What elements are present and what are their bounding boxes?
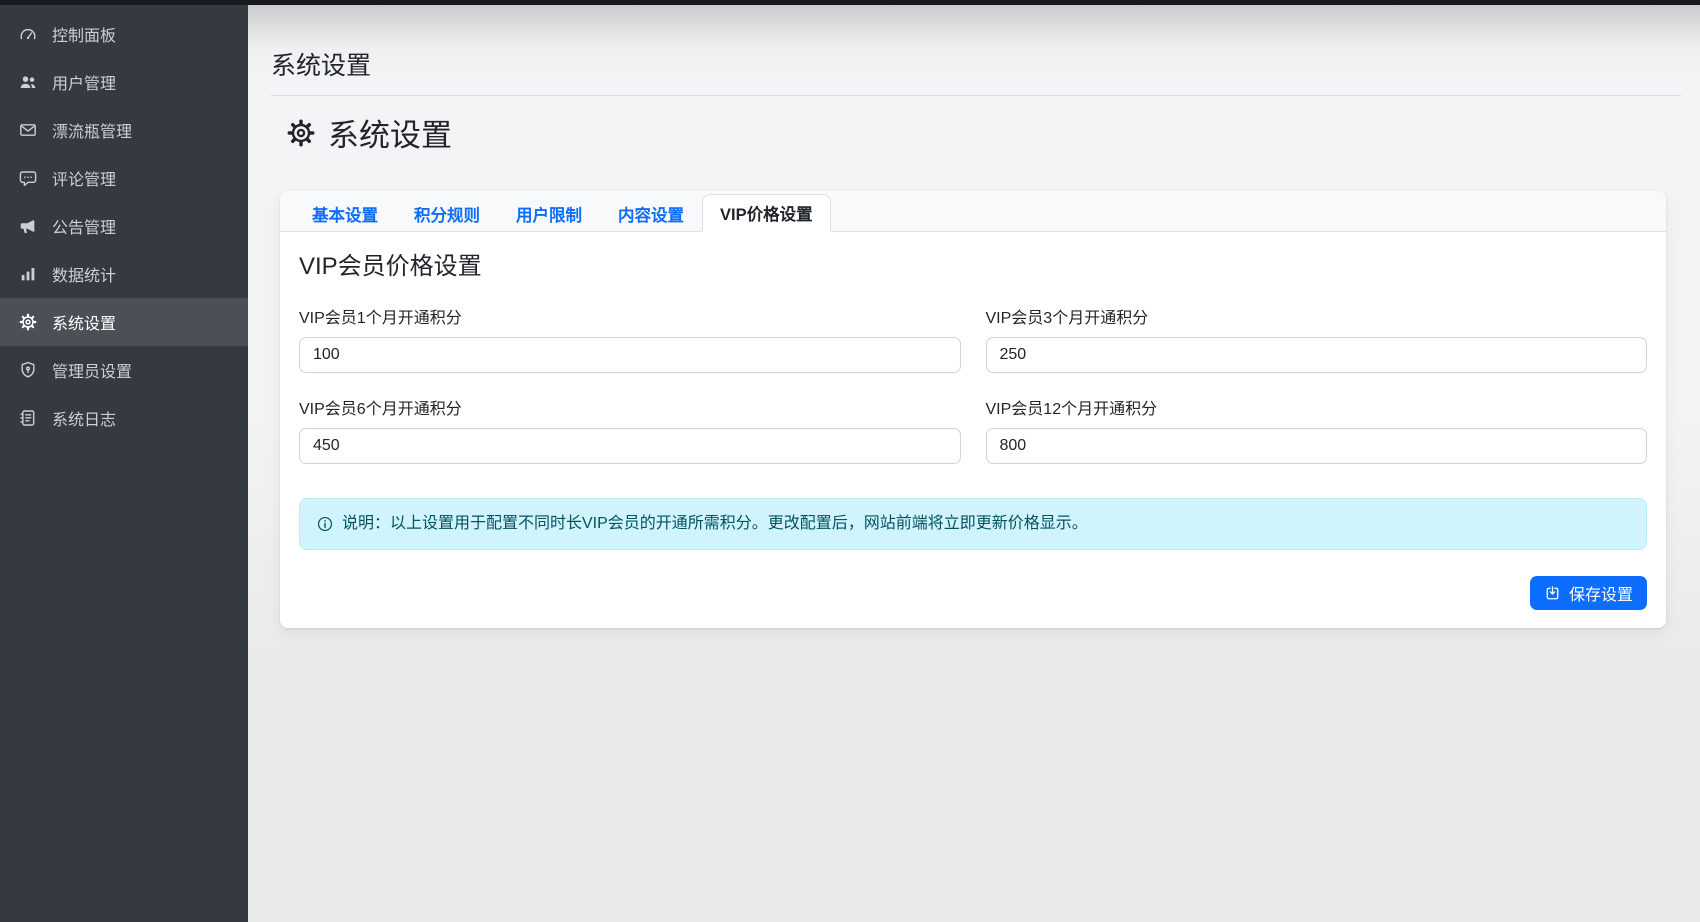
tab-vip-price-settings[interactable]: VIP价格设置: [702, 194, 831, 232]
vip-price-form: VIP会员1个月开通积分 VIP会员3个月开通积分 VIP会员6个月开通积分 V…: [299, 304, 1647, 464]
tab-basic-settings[interactable]: 基本设置: [294, 197, 396, 231]
field-label: VIP会员3个月开通积分: [986, 304, 1648, 328]
vip-6-month-input[interactable]: [299, 428, 961, 464]
actions-row: 保存设置: [299, 576, 1647, 610]
save-icon: [1544, 585, 1561, 602]
settings-panel: VIP会员价格设置 VIP会员1个月开通积分 VIP会员3个月开通积分 VIP会…: [280, 232, 1666, 628]
sidebar-item-label: 系统日志: [52, 406, 116, 430]
field-label: VIP会员1个月开通积分: [299, 304, 961, 328]
megaphone-icon: [17, 215, 39, 237]
sidebar-item-label: 管理员设置: [52, 358, 132, 382]
vip-12-month-input[interactable]: [986, 428, 1648, 464]
tab-content-settings[interactable]: 内容设置: [600, 197, 702, 231]
sidebar-item-label: 漂流瓶管理: [52, 118, 132, 142]
field-label: VIP会员12个月开通积分: [986, 395, 1648, 419]
info-icon: [316, 515, 334, 533]
settings-tabs: 基本设置 积分规则 用户限制 内容设置 VIP价格设置: [280, 191, 1666, 232]
sidebar: 控制面板 用户管理 漂流瓶管理 评论管理 公告管理 数据统计 系统设置 管理员设…: [0, 0, 248, 922]
save-settings-button[interactable]: 保存设置: [1530, 576, 1647, 610]
users-icon: [17, 71, 39, 93]
gear-icon: [17, 311, 39, 333]
sidebar-item-comments[interactable]: 评论管理: [0, 154, 248, 202]
field-label: VIP会员6个月开通积分: [299, 395, 961, 419]
info-alert-text: 说明：以上设置用于配置不同时长VIP会员的开通所需积分。更改配置后，网站前端将立…: [342, 513, 1088, 535]
settings-card: 基本设置 积分规则 用户限制 内容设置 VIP价格设置 VIP会员价格设置 VI…: [280, 191, 1666, 628]
page-title-text: 系统设置: [328, 110, 452, 155]
vip-1-month-input[interactable]: [299, 337, 961, 373]
sidebar-item-announcements[interactable]: 公告管理: [0, 202, 248, 250]
journal-icon: [17, 407, 39, 429]
bar-chart-icon: [17, 263, 39, 285]
sidebar-item-label: 用户管理: [52, 70, 116, 94]
sidebar-item-label: 控制面板: [52, 22, 116, 46]
speedometer-icon: [17, 23, 39, 45]
info-alert: 说明：以上设置用于配置不同时长VIP会员的开通所需积分。更改配置后，网站前端将立…: [299, 498, 1647, 550]
sidebar-item-admin-settings[interactable]: 管理员设置: [0, 346, 248, 394]
top-bar: [0, 0, 1700, 5]
sidebar-item-system-settings[interactable]: 系统设置: [0, 298, 248, 346]
header-divider: [271, 95, 1681, 96]
main-content: 系统设置 系统设置 基本设置 积分规则 用户限制 内容设置 VIP价格设置 VI…: [248, 0, 1700, 922]
shield-icon: [17, 359, 39, 381]
page-title: 系统设置: [285, 110, 452, 155]
section-title: VIP会员价格设置: [299, 252, 1647, 282]
save-button-label: 保存设置: [1569, 581, 1633, 605]
sidebar-item-bottles[interactable]: 漂流瓶管理: [0, 106, 248, 154]
sidebar-item-system-logs[interactable]: 系统日志: [0, 394, 248, 442]
sidebar-item-users[interactable]: 用户管理: [0, 58, 248, 106]
tab-user-limits[interactable]: 用户限制: [498, 197, 600, 231]
vip-3-month-input[interactable]: [986, 337, 1648, 373]
gear-icon: [285, 117, 317, 149]
sidebar-item-statistics[interactable]: 数据统计: [0, 250, 248, 298]
sidebar-item-dashboard[interactable]: 控制面板: [0, 10, 248, 58]
tab-points-rules[interactable]: 积分规则: [396, 197, 498, 231]
sidebar-item-label: 公告管理: [52, 214, 116, 238]
sidebar-item-label: 评论管理: [52, 166, 116, 190]
sidebar-item-label: 系统设置: [52, 310, 116, 334]
comment-icon: [17, 167, 39, 189]
field-vip-6-month: VIP会员6个月开通积分: [299, 395, 961, 464]
field-vip-1-month: VIP会员1个月开通积分: [299, 304, 961, 373]
page-header-title: 系统设置: [271, 46, 371, 82]
field-vip-3-month: VIP会员3个月开通积分: [986, 304, 1648, 373]
envelope-icon: [17, 119, 39, 141]
sidebar-item-label: 数据统计: [52, 262, 116, 286]
field-vip-12-month: VIP会员12个月开通积分: [986, 395, 1648, 464]
